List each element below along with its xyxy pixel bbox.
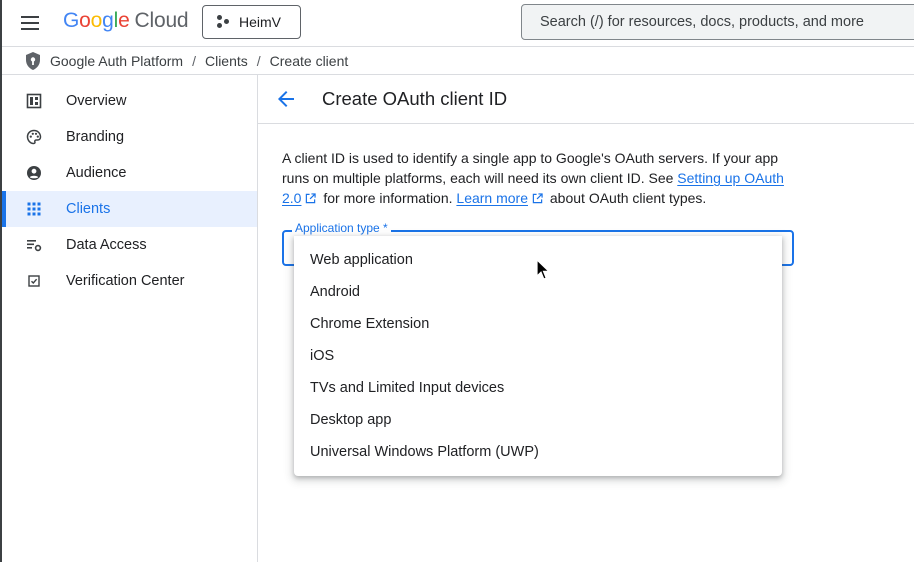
option-tvs-limited-input[interactable]: TVs and Limited Input devices: [294, 372, 782, 404]
palette-icon: [26, 129, 42, 145]
sidebar-item-label: Audience: [66, 165, 127, 181]
project-name: HeimV: [239, 14, 282, 30]
logo-letter: o: [79, 9, 91, 32]
project-picker-button[interactable]: HeimV: [202, 5, 301, 39]
breadcrumb-separator: /: [256, 52, 261, 69]
learn-more-link[interactable]: Learn more: [456, 190, 528, 206]
dashboard-icon: [26, 93, 42, 109]
sidebar-item-verification-center[interactable]: Verification Center: [2, 263, 257, 299]
page-title: Create OAuth client ID: [322, 88, 508, 109]
shield-icon: [26, 51, 40, 70]
external-link-icon: [306, 193, 317, 204]
sidebar: Overview Branding Audience Clients Data …: [2, 83, 257, 299]
sidebar-item-audience[interactable]: Audience: [2, 155, 257, 191]
menu-bar: [21, 22, 39, 24]
sidebar-item-label: Branding: [66, 129, 125, 145]
apps-grid-icon: [27, 202, 41, 216]
project-icon: [217, 15, 231, 29]
sidebar-item-branding[interactable]: Branding: [2, 119, 257, 155]
application-type-label: Application type *: [292, 221, 391, 235]
intro-text-part: for more information.: [319, 190, 457, 206]
intro-text: A client ID is used to identify a single…: [282, 148, 792, 208]
verified-check-icon: [28, 275, 40, 287]
google-cloud-logo[interactable]: Google Cloud: [63, 9, 189, 33]
breadcrumb-create-client: Create client: [269, 52, 349, 69]
sidebar-item-label: Verification Center: [66, 273, 185, 289]
back-arrow-icon[interactable]: [274, 87, 298, 111]
main-menu-button[interactable]: [10, 7, 50, 39]
logo-letter: o: [90, 9, 103, 32]
breadcrumb-separator: /: [192, 52, 196, 69]
logo-letter: G: [63, 9, 80, 32]
option-chrome-extension[interactable]: Chrome Extension: [294, 308, 782, 340]
option-web-application[interactable]: Web application: [294, 244, 782, 276]
sidebar-item-label: Overview: [66, 93, 127, 109]
page-header: Create OAuth client ID: [258, 75, 914, 124]
breadcrumb-clients[interactable]: Clients: [205, 53, 248, 69]
option-android[interactable]: Android: [294, 276, 782, 308]
sidebar-item-clients[interactable]: Clients: [2, 191, 257, 227]
intro-text-part: about OAuth client types.: [546, 190, 707, 206]
breadcrumb: Google Auth Platform / Clients / Create …: [2, 46, 914, 75]
application-type-dropdown: Web application Android Chrome Extension…: [294, 236, 782, 476]
logo-letter: e: [118, 9, 130, 32]
breadcrumb-auth-platform[interactable]: Google Auth Platform: [50, 53, 183, 69]
sidebar-item-overview[interactable]: Overview: [2, 83, 257, 119]
option-uwp[interactable]: Universal Windows Platform (UWP): [294, 436, 782, 468]
sidebar-item-label: Clients: [66, 201, 111, 217]
account-circle-icon: [27, 166, 41, 180]
logo-letter: g: [102, 9, 114, 32]
search-placeholder: Search (/) for resources, docs, products…: [540, 14, 864, 30]
top-bar: Google Cloud HeimV Search (/) for resourc…: [2, 0, 914, 46]
sidebar-divider: [257, 75, 258, 562]
logo-product: Cloud: [134, 9, 189, 32]
sidebar-item-data-access[interactable]: Data Access: [2, 227, 257, 263]
option-desktop-app[interactable]: Desktop app: [294, 404, 782, 436]
sidebar-item-label: Data Access: [66, 237, 147, 253]
menu-bar: [21, 28, 39, 30]
menu-bar: [21, 16, 39, 18]
external-link-icon: [532, 193, 543, 204]
data-settings-icon: [27, 240, 42, 252]
option-ios[interactable]: iOS: [294, 340, 782, 372]
search-input[interactable]: Search (/) for resources, docs, products…: [521, 4, 914, 40]
